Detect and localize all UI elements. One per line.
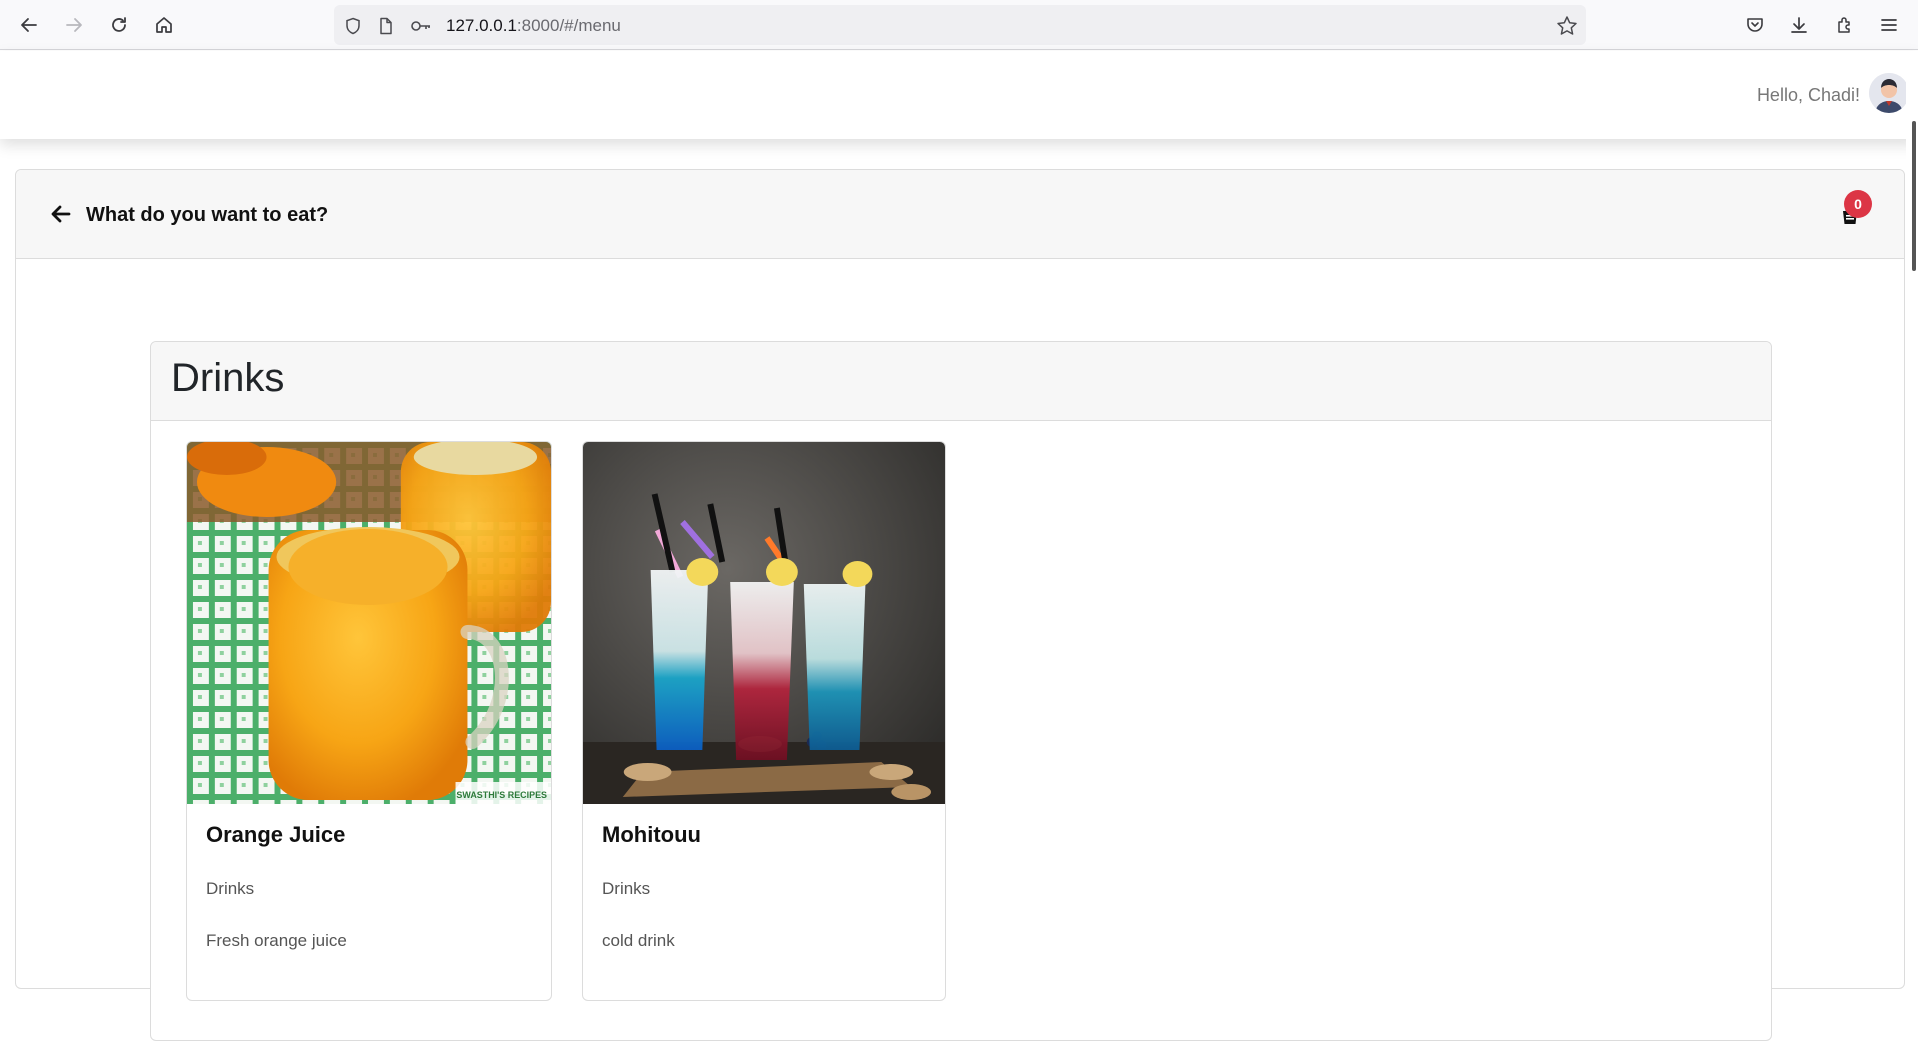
bookmark-star-icon[interactable] (1556, 16, 1578, 35)
back-arrow-icon[interactable] (50, 203, 72, 225)
cart-count-badge: 0 (1844, 190, 1872, 218)
page-scrollbar[interactable] (1906, 51, 1918, 962)
download-icon[interactable] (1786, 12, 1812, 38)
product-card[interactable]: Mohitouu Drinks cold drink (582, 441, 946, 1001)
avatar[interactable] (1869, 73, 1909, 113)
scrollbar-thumb[interactable] (1912, 121, 1916, 271)
url-bar[interactable]: 127.0.0.1:8000/#/menu (334, 5, 1586, 45)
category-title: Drinks (171, 356, 285, 400)
user-greeting: Hello, Chadi! (1756, 85, 1860, 105)
page-title: What do you want to eat? (86, 204, 329, 226)
image-watermark: SWASTHI'S RECIPES (456, 790, 547, 800)
extensions-icon[interactable] (1832, 12, 1858, 38)
menu-icon[interactable] (1876, 12, 1902, 38)
page-icon (377, 17, 395, 35)
app-header: Hello, Chadi! (0, 51, 1918, 139)
shield-icon[interactable] (344, 17, 362, 35)
product-image (583, 442, 945, 804)
reload-icon[interactable] (106, 12, 132, 38)
key-icon[interactable] (410, 17, 432, 35)
forward-icon[interactable] (61, 12, 87, 38)
product-category: Drinks (206, 879, 255, 898)
url-host: 127.0.0.1 (446, 16, 517, 35)
menu-card: What do you want to eat? 0 Drinks SWASTH… (15, 169, 1905, 1041)
home-icon[interactable] (151, 12, 177, 38)
category-header: Drinks (151, 342, 1771, 421)
pocket-icon[interactable] (1742, 12, 1768, 38)
product-name: Mohitouu (602, 822, 701, 847)
product-description: Fresh orange juice (206, 931, 347, 950)
menu-card-header: What do you want to eat? 0 (16, 170, 1904, 259)
product-name: Orange Juice (206, 822, 346, 847)
category-section: Drinks SWASTHI'S RECIPES Orange Juice Dr… (150, 341, 1772, 1041)
product-category: Drinks (602, 879, 651, 898)
product-image: SWASTHI'S RECIPES (187, 442, 551, 804)
product-description: cold drink (602, 931, 675, 950)
url-path: :8000/#/menu (516, 16, 621, 35)
back-icon[interactable] (16, 12, 42, 38)
browser-toolbar: 127.0.0.1:8000/#/menu (0, 0, 1918, 50)
product-card[interactable]: SWASTHI'S RECIPES Orange Juice Drinks Fr… (186, 441, 552, 1001)
url-text[interactable]: 127.0.0.1:8000/#/menu (446, 16, 621, 36)
